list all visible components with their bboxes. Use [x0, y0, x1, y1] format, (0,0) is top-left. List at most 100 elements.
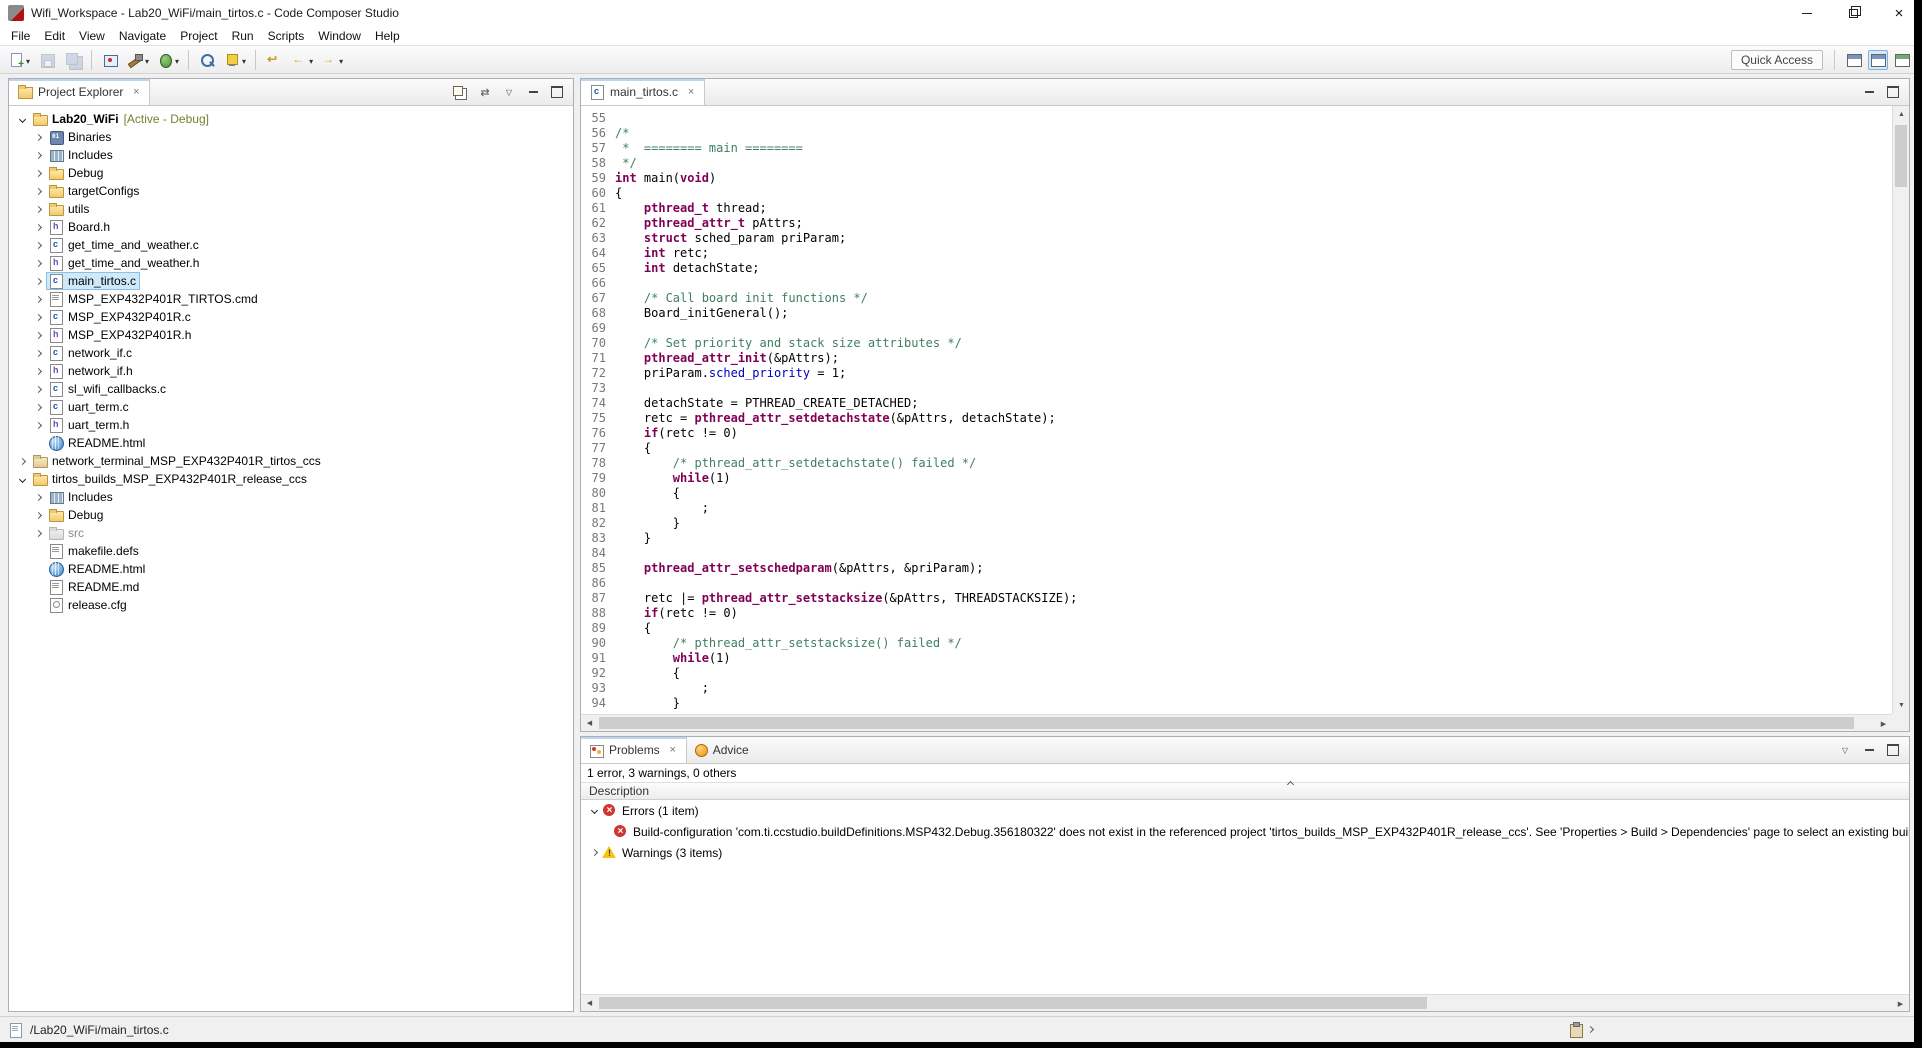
tree-item-release-cfg[interactable]: release.cfg — [9, 596, 573, 614]
dropdown-arrow-icon[interactable] — [24, 53, 30, 67]
code-line[interactable]: 91 while(1) — [581, 651, 1892, 666]
tree-collapsed-icon[interactable] — [31, 277, 46, 285]
scroll-down-icon[interactable]: ▼ — [1893, 697, 1910, 714]
code-line[interactable]: 55 — [581, 111, 1892, 126]
scroll-right-icon[interactable]: ▶ — [1892, 995, 1909, 1012]
tree-item-includes[interactable]: Includes — [9, 488, 573, 506]
code-line[interactable]: 79 while(1) — [581, 471, 1892, 486]
dropdown-arrow-icon[interactable] — [143, 53, 149, 67]
code-line[interactable]: 76 if(retc != 0) — [581, 426, 1892, 441]
minimize-button[interactable] — [1784, 0, 1830, 26]
tree-item-targetconfigs[interactable]: targetConfigs — [9, 182, 573, 200]
tree-item-makefile-defs[interactable]: makefile.defs — [9, 542, 573, 560]
code-line[interactable]: 86 — [581, 576, 1892, 591]
tree-item-main-tirtos-c[interactable]: main_tirtos.c — [9, 272, 573, 290]
menu-project[interactable]: Project — [173, 28, 224, 44]
tree-item-network-if-c[interactable]: network_if.c — [9, 344, 573, 362]
collapse-all-icon[interactable] — [453, 84, 469, 100]
debug-button[interactable] — [154, 48, 182, 72]
minimize-view-icon[interactable] — [1861, 84, 1877, 100]
code-line[interactable]: 62 pthread_attr_t pAttrs; — [581, 216, 1892, 231]
tree-item-debug[interactable]: Debug — [9, 506, 573, 524]
code-line[interactable]: 94 } — [581, 696, 1892, 711]
code-line[interactable]: 66 — [581, 276, 1892, 291]
tree-item-readme-html[interactable]: README.html — [9, 434, 573, 452]
tree-item-utils[interactable]: utils — [9, 200, 573, 218]
tree-item-binaries[interactable]: Binaries — [9, 128, 573, 146]
tree-item-readme-html[interactable]: README.html — [9, 560, 573, 578]
code-line[interactable]: 85 pthread_attr_setschedparam(&pAttrs, &… — [581, 561, 1892, 576]
tree-collapsed-icon[interactable] — [31, 403, 46, 411]
problem-group-row[interactable]: Errors (1 item) — [581, 800, 1909, 821]
menu-run[interactable]: Run — [225, 28, 261, 44]
menu-edit[interactable]: Edit — [37, 28, 72, 44]
menu-file[interactable]: File — [4, 28, 37, 44]
code-line[interactable]: 81 ; — [581, 501, 1892, 516]
minimize-view-icon[interactable] — [525, 84, 541, 100]
code-line[interactable]: 69 — [581, 321, 1892, 336]
code-line[interactable]: 74 detachState = PTHREAD_CREATE_DETACHED… — [581, 396, 1892, 411]
code-line[interactable]: 56 /* — [581, 126, 1892, 141]
code-line[interactable]: 58 */ — [581, 156, 1892, 171]
maximize-view-icon[interactable] — [1885, 84, 1901, 100]
tree-collapsed-icon[interactable] — [31, 259, 46, 267]
quick-access-button[interactable]: Quick Access — [1730, 49, 1823, 70]
tree-collapsed-icon[interactable] — [31, 313, 46, 321]
scrollbar-thumb[interactable] — [1895, 125, 1907, 187]
tree-collapsed-icon[interactable] — [587, 848, 602, 857]
new-target-configuration-button[interactable] — [98, 48, 122, 72]
tree-collapsed-icon[interactable] — [31, 187, 46, 195]
code-line[interactable]: 93 ; — [581, 681, 1892, 696]
problems-horizontal-scrollbar[interactable]: ◀ ▶ — [581, 994, 1909, 1011]
scroll-up-icon[interactable]: ▲ — [1893, 106, 1910, 123]
code-line[interactable]: 73 — [581, 381, 1892, 396]
code-line[interactable]: 92 { — [581, 666, 1892, 681]
scroll-left-icon[interactable]: ◀ — [581, 715, 598, 732]
code-line[interactable]: 83 } — [581, 531, 1892, 546]
code-line[interactable]: 71 pthread_attr_init(&pAttrs); — [581, 351, 1892, 366]
tree-item-board-h[interactable]: Board.h — [9, 218, 573, 236]
description-column-header[interactable]: Description — [581, 782, 1909, 800]
ccs-edit-perspective-button[interactable] — [1868, 49, 1888, 70]
tree-collapsed-icon[interactable] — [31, 385, 46, 393]
code-line[interactable]: 64 int retc; — [581, 246, 1892, 261]
code-line[interactable]: 80 { — [581, 486, 1892, 501]
code-line[interactable]: 68 Board_initGeneral(); — [581, 306, 1892, 321]
tree-item-get-time-and-weather-h[interactable]: get_time_and_weather.h — [9, 254, 573, 272]
editor-horizontal-scrollbar[interactable]: ◀ ▶ — [581, 714, 1892, 731]
menu-view[interactable]: View — [72, 28, 112, 44]
scroll-left-icon[interactable]: ◀ — [581, 995, 598, 1012]
tree-expanded-icon[interactable] — [15, 475, 30, 483]
tree-item-tirtos-builds-msp-exp432p401r-release-ccs[interactable]: tirtos_builds_MSP_EXP432P401R_release_cc… — [9, 470, 573, 488]
tree-collapsed-icon[interactable] — [31, 169, 46, 177]
scrollbar-thumb[interactable] — [599, 717, 1854, 729]
dropdown-arrow-icon[interactable] — [307, 53, 313, 67]
mark-occurrences-button[interactable] — [221, 48, 249, 72]
code-line[interactable]: 65 int detachState; — [581, 261, 1892, 276]
sash-grip[interactable] — [1286, 776, 1295, 790]
code-line[interactable]: 63 struct sched_param priParam; — [581, 231, 1892, 246]
code-line[interactable]: 78 /* pthread_attr_setdetachstate() fail… — [581, 456, 1892, 471]
tree-expanded-icon[interactable] — [587, 806, 602, 815]
tree-item-uart-term-c[interactable]: uart_term.c — [9, 398, 573, 416]
tab-main-tirtos-c[interactable]: main_tirtos.c — [581, 79, 706, 105]
tree-collapsed-icon[interactable] — [31, 349, 46, 357]
back-button[interactable] — [288, 48, 316, 72]
last-edit-location-button[interactable] — [262, 48, 286, 72]
close-icon[interactable] — [131, 86, 141, 98]
tree-collapsed-icon[interactable] — [31, 511, 46, 519]
problem-group-row[interactable]: Warnings (3 items) — [581, 842, 1909, 863]
maximize-view-icon[interactable] — [1885, 742, 1901, 758]
close-icon[interactable] — [668, 744, 678, 756]
code-line[interactable]: 75 retc = pthread_attr_setdetachstate(&p… — [581, 411, 1892, 426]
code-line[interactable]: 84 — [581, 546, 1892, 561]
code-line[interactable]: 61 pthread_t thread; — [581, 201, 1892, 216]
close-icon[interactable] — [686, 86, 696, 98]
code-editor[interactable]: 55 56/* 57 * ======== main ======== 58 */59… — [581, 106, 1892, 714]
tree-collapsed-icon[interactable] — [31, 151, 46, 159]
new-button[interactable] — [5, 48, 33, 72]
tree-expanded-icon[interactable] — [15, 115, 30, 123]
code-line[interactable]: 89 { — [581, 621, 1892, 636]
tree-item-src[interactable]: src — [9, 524, 573, 542]
tree-item-sl-wifi-callbacks-c[interactable]: sl_wifi_callbacks.c — [9, 380, 573, 398]
